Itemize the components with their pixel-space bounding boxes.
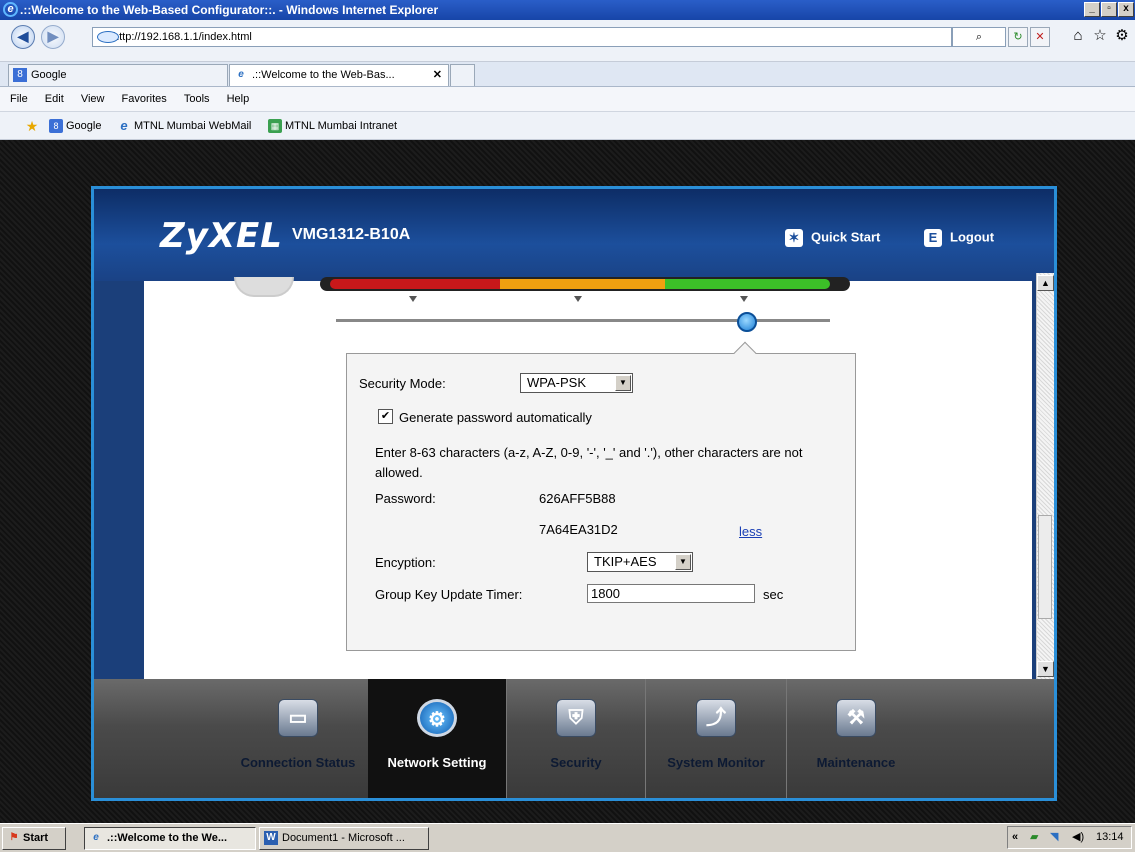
generate-password-checkbox[interactable]: ✔ <box>378 409 393 424</box>
scroll-down-arrow-icon[interactable]: ▼ <box>1037 661 1054 677</box>
shield-icon: ⛨ <box>556 699 596 737</box>
dropdown-arrow-icon: ▼ <box>615 375 631 391</box>
ie-page-icon: e <box>120 118 128 134</box>
password-value-line2: 7A64EA31D2 <box>539 522 618 537</box>
wizard-icon: ✶ <box>785 229 803 247</box>
tab-row: 8 Google e .::Welcome to the Web-Bas... … <box>0 62 1135 87</box>
word-icon: W <box>264 831 278 845</box>
quick-start-button[interactable]: ✶ Quick Start <box>785 229 880 247</box>
fav-star-icon[interactable]: ★ <box>25 112 42 140</box>
tab-label: .::Welcome to the Web-Bas... <box>252 69 395 81</box>
logout-icon: E <box>924 229 942 247</box>
group-key-timer-unit: sec <box>763 587 784 602</box>
ie-page-icon: e <box>238 69 244 80</box>
new-tab-button[interactable] <box>450 64 475 86</box>
windows-taskbar: ⚑ Start e .::Welcome to the We... W Docu… <box>0 823 1135 852</box>
monitor-icon: ▭ <box>278 699 318 737</box>
nav-network-setting[interactable]: ⚙ Network Setting <box>368 679 506 798</box>
step-slider-knob[interactable] <box>737 312 757 332</box>
scroll-up-arrow-icon[interactable]: ▲ <box>1037 275 1054 291</box>
stop-button[interactable]: ✕ <box>1030 27 1050 47</box>
scrollbar-thumb[interactable] <box>1038 515 1052 619</box>
google-icon: 8 <box>13 68 27 82</box>
windows-flag-icon: ⚑ <box>9 832 19 843</box>
fav-google[interactable]: 8 Google <box>49 112 101 140</box>
minimize-button[interactable]: _ <box>1084 2 1100 17</box>
tab-configurator[interactable]: e .::Welcome to the Web-Bas... ✕ <box>229 64 449 86</box>
menu-favorites[interactable]: Favorites <box>122 93 167 105</box>
menu-tools[interactable]: Tools <box>184 93 210 105</box>
fav-mtnl-webmail[interactable]: e MTNL Mumbai WebMail <box>117 112 251 140</box>
ie-logo-icon: e <box>3 2 18 17</box>
dropdown-arrow-icon: ▼ <box>675 554 691 570</box>
nav-system-monitor[interactable]: ⤴ System Monitor <box>646 679 786 798</box>
security-mode-select[interactable]: WPA-PSK ▼ <box>520 373 633 393</box>
password-value-line1: 626AFF5B88 <box>539 491 616 506</box>
favorites-bar: ★ 8 Google e MTNL Mumbai WebMail ▦ MTNL Mum… <box>0 112 1135 140</box>
encryption-label: Encyption: <box>375 555 436 570</box>
chart-icon: ⤴ <box>696 699 736 737</box>
group-key-timer-label: Group Key Update Timer: <box>375 587 523 602</box>
less-link[interactable]: less <box>739 524 762 539</box>
ie-icon: e <box>93 832 99 843</box>
logout-button[interactable]: E Logout <box>924 229 994 247</box>
password-label: Password: <box>375 491 436 506</box>
tools-icon: ⚒ <box>836 699 876 737</box>
volume-icon[interactable]: ◀) <box>1072 827 1084 848</box>
menu-view[interactable]: View <box>81 93 105 105</box>
group-key-timer-input[interactable]: 1800 <box>587 584 755 603</box>
nav-security[interactable]: ⛨ Security <box>507 679 645 798</box>
maximize-button[interactable]: ▫ <box>1101 2 1117 17</box>
zyxel-logo: ZyXEL <box>160 216 283 256</box>
menu-file[interactable]: File <box>10 93 28 105</box>
tray-expand-icon[interactable]: « <box>1012 827 1018 848</box>
google-icon: 8 <box>49 119 63 134</box>
clock: 13:14 <box>1096 831 1124 843</box>
generate-password-label: Generate password automatically <box>399 410 592 425</box>
gear-icon: ⚙ <box>417 699 457 737</box>
close-tab-icon[interactable]: ✕ <box>433 65 442 85</box>
taskbar-item-ie[interactable]: e .::Welcome to the We... <box>84 827 256 850</box>
favorites-icon[interactable]: ☆ <box>1090 27 1110 47</box>
menu-edit[interactable]: Edit <box>45 93 64 105</box>
forward-button[interactable]: ▶ <box>41 25 65 49</box>
back-button[interactable]: ◀ <box>11 25 35 49</box>
password-hint: Enter 8-63 characters (a-z, A-Z, 0-9, '-… <box>375 445 803 480</box>
close-window-button[interactable]: x <box>1118 2 1134 17</box>
start-button[interactable]: ⚑ Start <box>2 827 66 850</box>
tab-google[interactable]: 8 Google <box>8 64 228 86</box>
band-green-segment <box>665 279 830 289</box>
tab-label: Google <box>31 69 67 81</box>
fav-mtnl-intranet[interactable]: ▦ MTNL Mumbai Intranet <box>268 112 397 140</box>
home-icon[interactable]: ⌂ <box>1068 27 1088 47</box>
system-tray: « ▰ ◥ ◀) 13:14 <box>1007 826 1132 849</box>
nav-connection-status[interactable]: ▭ Connection Status <box>228 679 368 798</box>
band-red-segment <box>330 279 500 289</box>
wifi-icon[interactable]: ◥ <box>1050 827 1058 848</box>
window-title: .::Welcome to the Web-Based Configurator… <box>20 3 439 17</box>
encryption-select[interactable]: TKIP+AES ▼ <box>587 552 693 572</box>
address-bar[interactable]: http://192.168.1.1/index.html <box>92 27 952 47</box>
intranet-icon: ▦ <box>268 119 282 134</box>
window-title-bar[interactable]: e .::Welcome to the Web-Based Configurat… <box>0 0 1135 20</box>
step-marker-icon <box>409 296 417 302</box>
main-navigation: ▭ Connection Status ⚙ Network Setting ⛨ … <box>94 679 1054 798</box>
taskbar-item-word[interactable]: W Document1 - Microsoft ... <box>259 827 429 850</box>
step-marker-icon <box>740 296 748 302</box>
wizard-progress-band <box>320 277 850 291</box>
nav-maintenance[interactable]: ⚒ Maintenance <box>787 679 925 798</box>
page-icon <box>97 31 119 43</box>
tools-gear-icon[interactable]: ⚙ <box>1112 27 1132 47</box>
refresh-button[interactable]: ↻ <box>1008 27 1028 47</box>
step-marker-icon <box>574 296 582 302</box>
menu-bar: File Edit View Favorites Tools Help <box>0 87 1135 112</box>
menu-help[interactable]: Help <box>227 93 250 105</box>
band-orange-segment <box>500 279 665 289</box>
model-name: VMG1312-B10A <box>292 226 411 243</box>
network-icon[interactable]: ▰ <box>1030 827 1038 848</box>
address-search-button[interactable]: ⌕ <box>952 27 1006 47</box>
security-mode-label: Security Mode: <box>359 376 446 391</box>
